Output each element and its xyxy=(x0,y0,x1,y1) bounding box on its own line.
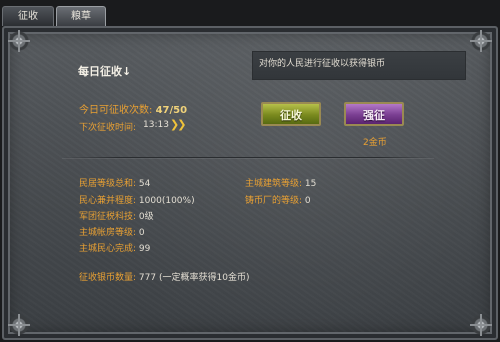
stat-value: 54 xyxy=(138,179,151,189)
stat-label: 民心兼并程度: xyxy=(79,196,137,206)
stat-label: 军团征税科技: xyxy=(79,212,137,222)
corner-ornament-icon xyxy=(470,30,492,52)
stat-row: 军团征税科技: 0级 xyxy=(79,209,154,222)
stat-value: 15 xyxy=(304,179,317,189)
stat-row: 主城建筑等级: 15 xyxy=(245,176,316,189)
force-levy-button[interactable]: 强征 xyxy=(344,102,404,126)
next-levy-value: 13:13 xyxy=(143,120,169,130)
stat-row: 民居等级总和: 54 xyxy=(79,176,150,189)
stat-row: 主城帐房等级: 0 xyxy=(79,225,145,238)
daily-count-label: 今日可征收次数: xyxy=(79,105,153,116)
stat-label: 民居等级总和: xyxy=(79,179,137,189)
levy-silver-label: 征收银币数量: xyxy=(79,273,137,283)
double-chevron-right-icon[interactable]: ❯❯ xyxy=(170,118,187,131)
next-levy-label: 下次征收时间: xyxy=(79,123,137,133)
levy-button[interactable]: 征收 xyxy=(261,102,321,126)
stat-label: 铸币厂的等级: xyxy=(245,196,303,206)
daily-count: 今日可征收次数: 47/50 xyxy=(79,101,187,116)
stat-value: 1000(100%) xyxy=(138,196,195,206)
stat-label: 主城帐房等级: xyxy=(79,228,137,238)
corner-ornament-icon xyxy=(8,314,30,336)
info-box: 对你的人民进行征收以获得银币 xyxy=(252,51,466,80)
levy-silver-value: 777 xyxy=(138,273,157,283)
stat-label: 主城民心完成: xyxy=(79,244,137,254)
daily-count-value: 47/50 xyxy=(155,105,188,116)
divider xyxy=(62,157,434,158)
stat-row: 民心兼并程度: 1000(100%) xyxy=(79,193,195,206)
stat-row: 铸币厂的等级: 0 xyxy=(245,193,311,206)
levy-silver-amount: 征收银币数量: 777 (一定概率获得10金币) xyxy=(79,270,249,283)
stat-value: 99 xyxy=(138,244,151,254)
tab-levy[interactable]: 征收 xyxy=(2,6,54,26)
stat-value: 0级 xyxy=(138,212,154,222)
corner-ornament-icon xyxy=(8,30,30,52)
stat-value: 0 xyxy=(304,196,311,206)
panel-title: 每日征收↓ xyxy=(78,65,132,78)
force-levy-cost: 2金币 xyxy=(363,138,387,148)
stat-value: 0 xyxy=(138,228,145,238)
levy-silver-note: (一定概率获得10金币) xyxy=(158,273,250,283)
stat-label: 主城建筑等级: xyxy=(245,179,303,189)
corner-ornament-icon xyxy=(470,314,492,336)
tab-provisions[interactable]: 粮草 xyxy=(56,6,106,26)
stat-row: 主城民心完成: 99 xyxy=(79,241,150,254)
